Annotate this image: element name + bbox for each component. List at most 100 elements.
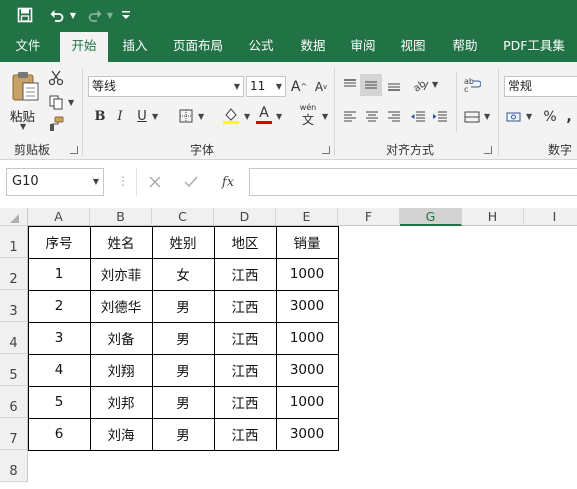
fill-color-icon[interactable] — [220, 104, 242, 126]
font-name-combo[interactable]: 等线 ▼ — [88, 76, 244, 97]
comma-style-icon[interactable]: , — [562, 106, 576, 128]
table-cell[interactable]: 刘翔 — [90, 354, 152, 386]
borders-icon[interactable] — [176, 106, 196, 126]
table-cell[interactable]: 刘亦菲 — [90, 258, 152, 290]
table-cell[interactable]: 江西 — [214, 386, 276, 418]
align-left-icon[interactable] — [340, 106, 360, 128]
table-cell[interactable]: 3000 — [276, 290, 338, 322]
table-header-cell[interactable]: 地区 — [214, 226, 276, 258]
table-cell[interactable]: 江西 — [214, 354, 276, 386]
decrease-indent-icon[interactable] — [408, 106, 428, 128]
table-cell[interactable]: 4 — [28, 354, 90, 386]
borders-dropdown-icon[interactable]: ▼ — [198, 112, 204, 121]
table-cell[interactable]: 刘邦 — [90, 386, 152, 418]
row-header-3[interactable]: 3 — [0, 290, 28, 322]
table-cell[interactable]: 3000 — [276, 354, 338, 386]
table-cell[interactable]: 1 — [28, 258, 90, 290]
row-header-2[interactable]: 2 — [0, 258, 28, 290]
row-header-4[interactable]: 4 — [0, 322, 28, 354]
tab-view[interactable]: 视图 — [390, 30, 436, 62]
table-cell[interactable]: 女 — [152, 258, 214, 290]
align-middle-icon[interactable] — [360, 74, 382, 96]
column-header-c[interactable]: C — [152, 208, 214, 226]
underline-dropdown-icon[interactable]: ▼ — [152, 112, 158, 121]
row-header-6[interactable]: 6 — [0, 386, 28, 418]
column-header-g[interactable]: G — [400, 208, 462, 226]
grow-font-icon[interactable]: A ^ — [290, 76, 308, 97]
insert-function-icon[interactable]: fx — [218, 172, 238, 192]
tab-help[interactable]: 帮助 — [442, 30, 488, 62]
font-color-dropdown-icon[interactable]: ▼ — [276, 112, 282, 121]
select-all-corner[interactable] — [0, 208, 28, 226]
column-header-a[interactable]: A — [28, 208, 90, 226]
row-header-8[interactable]: 8 — [0, 450, 28, 482]
table-cell[interactable]: 男 — [152, 386, 214, 418]
table-cell[interactable]: 6 — [28, 418, 90, 450]
column-header-f[interactable]: F — [338, 208, 400, 226]
font-launcher-icon[interactable] — [322, 146, 330, 154]
table-cell[interactable]: 江西 — [214, 258, 276, 290]
copy-icon[interactable] — [46, 92, 66, 112]
redo-dropdown-icon[interactable]: ▼ — [106, 0, 114, 30]
tab-data[interactable]: 数据 — [290, 30, 336, 62]
align-top-icon[interactable] — [340, 74, 360, 96]
accounting-format-icon[interactable] — [504, 106, 524, 128]
customize-icon[interactable] — [118, 0, 134, 30]
italic-icon[interactable]: I — [112, 106, 128, 126]
table-cell[interactable]: 1000 — [276, 322, 338, 354]
paste-icon[interactable] — [8, 68, 42, 104]
tab-insert[interactable]: 插入 — [112, 30, 158, 62]
table-cell[interactable]: 1000 — [276, 386, 338, 418]
table-cell[interactable]: 江西 — [214, 290, 276, 322]
column-header-h[interactable]: H — [462, 208, 524, 226]
number-format-combo[interactable]: 常规 — [504, 76, 577, 97]
undo-dropdown-icon[interactable]: ▼ — [68, 0, 78, 30]
table-cell[interactable]: 刘海 — [90, 418, 152, 450]
orientation-dropdown-icon[interactable]: ▼ — [432, 80, 438, 89]
accounting-dropdown-icon[interactable]: ▼ — [526, 112, 532, 121]
table-cell[interactable]: 男 — [152, 322, 214, 354]
column-header-i[interactable]: I — [524, 208, 577, 226]
column-header-d[interactable]: D — [214, 208, 276, 226]
table-cell[interactable]: 江西 — [214, 418, 276, 450]
fill-color-dropdown-icon[interactable]: ▼ — [244, 112, 250, 121]
row-header-5[interactable]: 5 — [0, 354, 28, 386]
clipboard-launcher-icon[interactable] — [70, 146, 78, 154]
table-cell[interactable]: 3000 — [276, 418, 338, 450]
name-box[interactable]: G10 ▼ — [6, 168, 104, 196]
row-header-1[interactable]: 1 — [0, 226, 28, 258]
table-header-cell[interactable]: 销量 — [276, 226, 338, 258]
wrap-text-icon[interactable]: ab c — [462, 74, 482, 96]
tab-formulas[interactable]: 公式 — [238, 30, 284, 62]
column-header-b[interactable]: B — [90, 208, 152, 226]
font-size-combo[interactable]: 11 ▼ — [246, 76, 286, 97]
phonetic-dropdown-icon[interactable]: ▼ — [322, 112, 328, 121]
align-right-icon[interactable] — [384, 106, 404, 128]
tab-review[interactable]: 审阅 — [340, 30, 386, 62]
formula-input[interactable] — [249, 168, 577, 196]
merge-dropdown-icon[interactable]: ▼ — [484, 112, 490, 121]
tab-home[interactable]: 开始 — [60, 32, 108, 62]
enter-icon[interactable] — [182, 172, 200, 192]
cut-icon[interactable] — [46, 68, 66, 88]
table-cell[interactable]: 男 — [152, 418, 214, 450]
tab-page-layout[interactable]: 页面布局 — [164, 30, 232, 62]
orientation-icon[interactable]: ab — [410, 74, 432, 96]
alignment-launcher-icon[interactable] — [484, 146, 492, 154]
tab-file[interactable]: 文件 — [4, 30, 52, 62]
table-cell[interactable]: 男 — [152, 354, 214, 386]
table-cell[interactable]: 1000 — [276, 258, 338, 290]
column-header-e[interactable]: E — [276, 208, 338, 226]
table-cell[interactable]: 刘德华 — [90, 290, 152, 322]
table-cell[interactable]: 江西 — [214, 322, 276, 354]
increase-indent-icon[interactable] — [430, 106, 450, 128]
table-cell[interactable]: 男 — [152, 290, 214, 322]
underline-icon[interactable]: U — [134, 106, 150, 126]
row-header-7[interactable]: 7 — [0, 418, 28, 450]
shrink-font-icon[interactable]: Av — [312, 76, 330, 97]
table-cell[interactable]: 3 — [28, 322, 90, 354]
copy-dropdown-icon[interactable]: ▼ — [68, 98, 74, 107]
save-icon[interactable] — [14, 0, 36, 30]
undo-icon[interactable] — [46, 0, 68, 30]
table-cell[interactable]: 刘备 — [90, 322, 152, 354]
